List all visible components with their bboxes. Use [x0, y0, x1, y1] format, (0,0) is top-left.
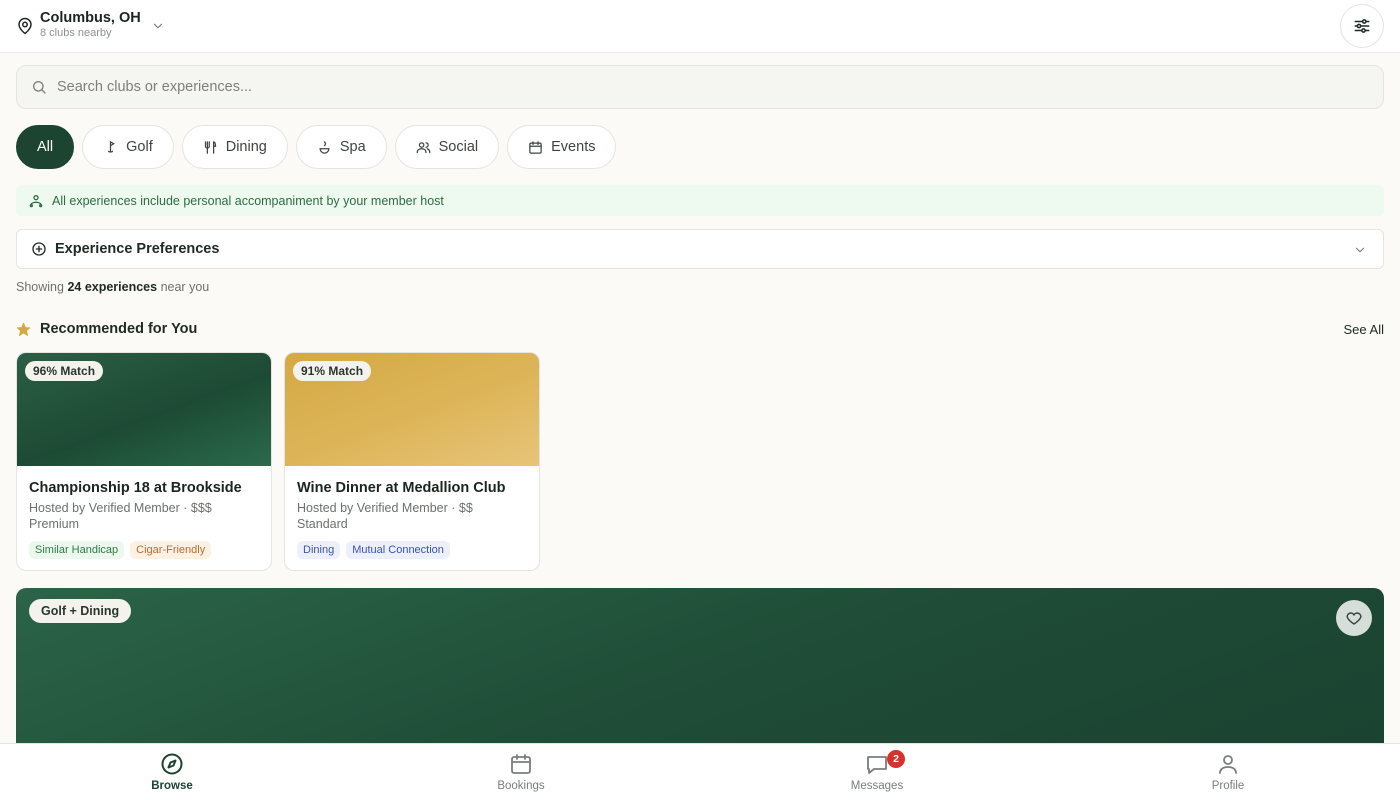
see-all-link[interactable]: See All	[1344, 322, 1384, 337]
host-icon	[29, 194, 43, 207]
card-title: Wine Dinner at Medallion Club	[297, 480, 506, 496]
recommended-header: Recommended for You See All	[16, 321, 1384, 337]
preferences-title: Experience Preferences	[55, 241, 220, 257]
feature-category-badge: Golf + Dining	[29, 599, 132, 623]
notice-text: All experiences include personal accompa…	[52, 193, 444, 208]
card-tier: Standard	[297, 517, 348, 531]
card-host: Hosted by Verified Member · $$$	[29, 501, 212, 515]
compass-icon	[161, 753, 183, 775]
experience-preferences-toggle[interactable]: Experience Preferences	[16, 229, 1384, 269]
chip-label: Dining	[225, 139, 267, 155]
match-badge: 91% Match	[293, 361, 372, 381]
spa-icon	[319, 140, 330, 154]
nav-profile[interactable]: Profile	[1183, 752, 1273, 792]
chip-all[interactable]: All	[16, 125, 75, 169]
utensils-icon	[204, 140, 216, 154]
users-icon	[416, 141, 431, 153]
golf-icon	[108, 140, 115, 153]
chevron-down-icon	[1355, 247, 1365, 253]
location-selector[interactable]: Columbus, OH 8 clubs nearby	[16, 10, 165, 40]
card-tag: Mutual Connection	[346, 541, 450, 559]
nav-bookings[interactable]: Bookings	[476, 752, 566, 792]
chip-label: Events	[551, 139, 596, 155]
experience-card[interactable]: 96% Match Championship 18 at Brookside H…	[16, 352, 272, 571]
message-icon	[867, 756, 887, 774]
chip-label: Golf	[126, 139, 153, 155]
recommended-title: Recommended for You	[40, 321, 198, 337]
unread-badge: 2	[887, 750, 905, 768]
chip-golf[interactable]: Golf	[82, 125, 174, 169]
search-icon	[33, 81, 46, 94]
card-tier: Premium	[29, 517, 80, 531]
chip-label: Spa	[339, 139, 366, 155]
host-notice: All experiences include personal accompa…	[16, 185, 1384, 216]
heart-icon	[1346, 612, 1362, 625]
card-title: Championship 18 at Brookside	[29, 480, 242, 496]
chevron-down-icon	[153, 23, 162, 29]
nav-label: Bookings	[497, 780, 545, 792]
calendar-icon	[511, 754, 531, 774]
filter-button[interactable]	[1340, 4, 1384, 48]
nav-label: Browse	[151, 780, 193, 792]
card-tag: Cigar-Friendly	[130, 541, 212, 559]
search-bar	[16, 65, 1384, 109]
category-chips: All Golf Dining Spa Social Events	[16, 125, 617, 169]
user-icon	[1219, 755, 1237, 774]
nav-browse[interactable]: Browse	[127, 752, 217, 792]
chip-label: All	[37, 139, 54, 155]
card-image: 91% Match	[285, 353, 539, 466]
experience-card[interactable]: 91% Match Wine Dinner at Medallion Club …	[284, 352, 540, 571]
nav-label: Profile	[1211, 780, 1245, 792]
card-tag: Dining	[297, 541, 341, 559]
location-city: Columbus, OH	[40, 10, 141, 26]
favorite-button[interactable]	[1336, 600, 1372, 636]
nav-label: Messages	[850, 780, 904, 792]
match-badge: 96% Match	[25, 361, 104, 381]
card-image: 96% Match	[17, 353, 271, 466]
chip-events[interactable]: Events	[507, 125, 617, 169]
chip-label: Social	[438, 139, 479, 155]
results-number: 24 experiences	[67, 280, 158, 294]
card-host: Hosted by Verified Member · $$	[297, 501, 473, 515]
chip-social[interactable]: Social	[394, 125, 500, 169]
featured-experience-card[interactable]: Golf + Dining	[16, 588, 1384, 758]
card-tag: Similar Handicap	[29, 541, 125, 559]
top-header: Columbus, OH 8 clubs nearby	[0, 0, 1400, 53]
nav-messages[interactable]: 2 Messages	[832, 750, 922, 792]
search-input[interactable]	[57, 79, 1357, 95]
bottom-navigation: Browse Bookings 2 Messages Profile	[0, 743, 1400, 800]
map-pin-icon	[18, 17, 32, 35]
results-prefix: Showing	[16, 280, 64, 294]
calendar-icon	[529, 140, 542, 154]
star-icon	[16, 322, 31, 336]
chip-dining[interactable]: Dining	[181, 125, 288, 169]
sliders-icon	[1354, 19, 1370, 33]
plus-circle-icon	[32, 242, 46, 256]
results-count: Showing 24 experiences near you	[16, 280, 209, 294]
clubs-nearby: 8 clubs nearby	[40, 27, 112, 39]
chip-spa[interactable]: Spa	[295, 125, 387, 169]
results-suffix: near you	[160, 280, 210, 294]
